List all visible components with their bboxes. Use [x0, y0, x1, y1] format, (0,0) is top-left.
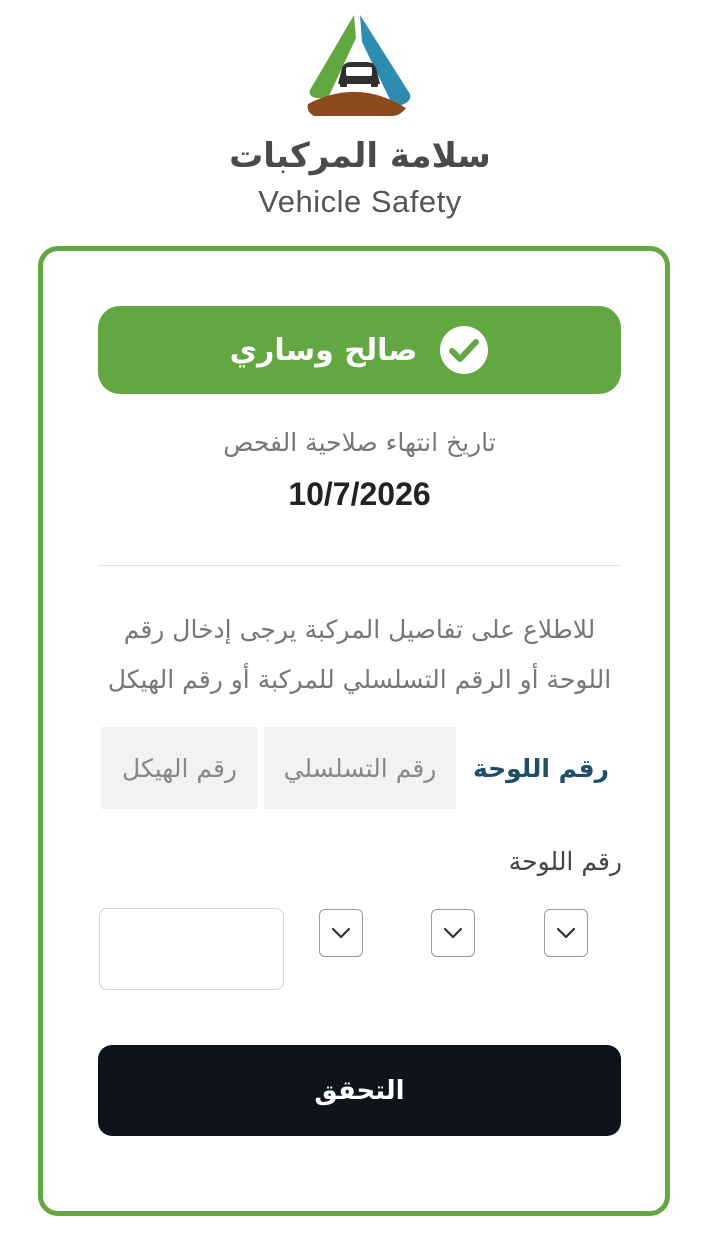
plate-number-label: رقم اللوحة	[508, 847, 622, 876]
status-label: صالح وساري	[229, 332, 418, 368]
plate-number-input[interactable]	[99, 908, 284, 990]
plate-letter-select-1[interactable]	[544, 909, 588, 957]
tab-chassis-number[interactable]: رقم الهيكل	[101, 727, 258, 809]
verify-button[interactable]: التحقق	[98, 1045, 621, 1136]
divider	[98, 565, 621, 566]
instruction-text: للاطلاع على تفاصيل المركبة يرجى إدخال رق…	[98, 605, 621, 705]
brand-name-arabic: سلامة المركبات	[229, 136, 491, 176]
expiry-label: تاريخ انتهاء صلاحية الفحص	[223, 428, 496, 457]
tab-serial-number[interactable]: رقم التسلسلي	[264, 727, 456, 809]
vehicle-safety-logo-icon	[307, 15, 411, 116]
plate-letter-select-2[interactable]	[431, 909, 475, 957]
chevron-down-icon	[556, 927, 576, 939]
expiry-date: 10/7/2026	[288, 476, 431, 512]
tab-plate-number[interactable]: رقم اللوحة	[462, 727, 620, 809]
instruction-line-1: للاطلاع على تفاصيل المركبة يرجى إدخال رق…	[123, 615, 596, 644]
check-circle-icon	[440, 326, 489, 374]
status-badge: صالح وساري	[98, 306, 621, 394]
chevron-down-icon	[331, 927, 351, 939]
plate-letter-select-3[interactable]	[319, 909, 363, 957]
brand-name-english: Vehicle Safety	[258, 184, 462, 219]
chevron-down-icon	[443, 927, 463, 939]
instruction-line-2: اللوحة أو الرقم التسلسلي للمركبة أو رقم …	[107, 665, 612, 694]
